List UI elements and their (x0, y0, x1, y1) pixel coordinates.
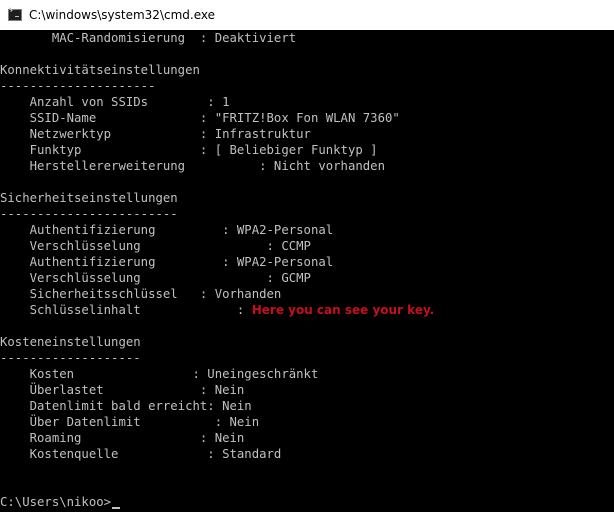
console-line: Schlüsselinhalt : (0, 303, 252, 317)
console-line: --------------------- (0, 79, 156, 93)
cmd-window: C:\windows\system32\cmd.exe MAC-Randomis… (0, 0, 614, 512)
window-title: C:\windows\system32\cmd.exe (29, 8, 215, 22)
console-line: Konnektivitätseinstellungen (0, 63, 200, 77)
console-line: SSID-Name : "FRITZ!Box Fon WLAN 7360" (0, 111, 400, 125)
title-bar[interactable]: C:\windows\system32\cmd.exe (0, 0, 614, 30)
console-line: Authentifizierung : WPA2-Personal (0, 255, 334, 269)
console-line: Verschlüsselung : GCMP (0, 271, 311, 285)
prompt-text: C:\Users\nikoo> (0, 495, 112, 509)
console-line: MAC-Randomisierung : Deaktiviert (0, 31, 297, 45)
console-line: Kosteneinstellungen (0, 335, 141, 349)
console-line: Anzahl von SSIDs : 1 (0, 95, 230, 109)
console-line: Sicherheitsschlüssel : Vorhanden (0, 287, 282, 301)
console-line: Authentifizierung : WPA2-Personal (0, 223, 334, 237)
console-line: Verschlüsselung : CCMP (0, 239, 311, 253)
text-cursor (112, 507, 121, 509)
console-line: Kostenquelle : Standard (0, 447, 282, 461)
console-line: ------------------- (0, 351, 141, 365)
console-line: Kosten : Uneingeschränkt (0, 367, 319, 381)
console-line: Über Datenlimit : Nein (0, 415, 260, 429)
console-line: ------------------------ (0, 207, 178, 221)
cmd-icon (8, 9, 22, 21)
key-content-line: Schlüsselinhalt : Here you can see your … (0, 302, 435, 318)
command-prompt[interactable]: C:\Users\nikoo> (0, 494, 121, 510)
console-line: Überlastet : Nein (0, 383, 245, 397)
console-line: Funktyp : [ Beliebiger Funktyp ] (0, 143, 378, 157)
console-line: Netzwerktyp : Infrastruktur (0, 127, 311, 141)
console-line: Herstellererweiterung : Nicht vorhanden (0, 159, 385, 173)
key-highlight-annotation: Here you can see your key. (251, 303, 435, 317)
console-line: Datenlimit bald erreicht: Nein (0, 399, 252, 413)
console-output[interactable]: MAC-Randomisierung : Deaktiviert Konnekt… (0, 30, 614, 512)
console-line: Sicherheitseinstellungen (0, 191, 178, 205)
console-line: Roaming : Nein (0, 431, 245, 445)
